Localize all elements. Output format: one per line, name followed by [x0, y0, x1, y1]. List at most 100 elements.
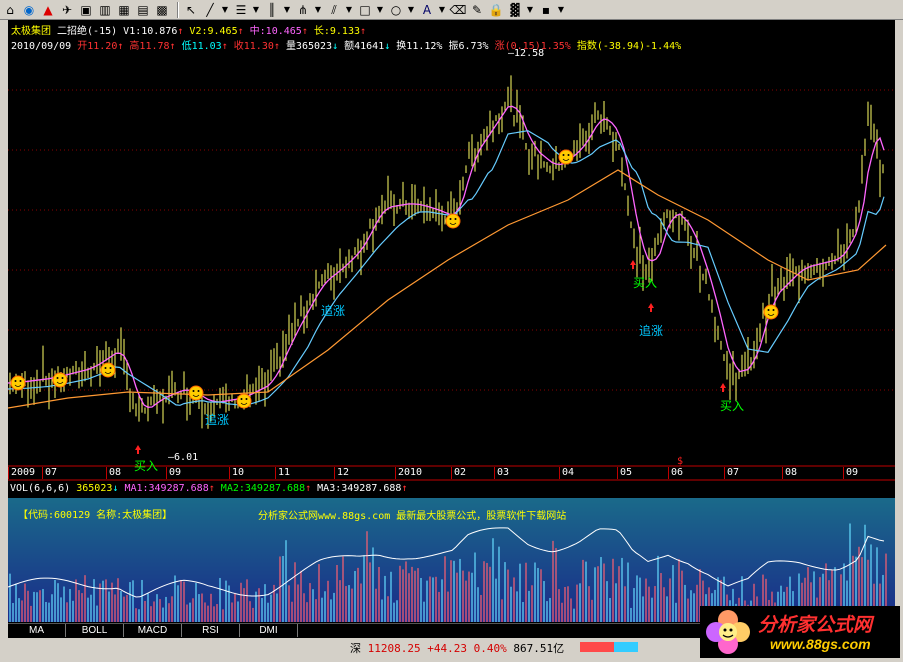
vol-ma2: MA2:349287.688 [220, 483, 306, 494]
dropdown-arrow-icon[interactable]: ▼ [252, 2, 260, 18]
dropdown-arrow-icon[interactable]: ▼ [557, 2, 565, 18]
time-axis-label: 12 [337, 467, 350, 478]
vol-ma3: MA3:349287.688 [317, 483, 402, 494]
stock-name: 太极集团 [11, 26, 51, 37]
smiley-eye [61, 377, 64, 379]
index-change: +44.23 [427, 642, 467, 655]
quote-date: 2010/09/09 [11, 41, 72, 52]
smiley-icon [558, 149, 574, 165]
globe-icon[interactable]: ◉ [21, 2, 37, 18]
lock-icon[interactable]: 🔒 [488, 2, 504, 18]
tab-boll[interactable]: BOLL [66, 624, 124, 637]
smiley-eye [562, 154, 565, 156]
dropdown-arrow-icon[interactable]: ▼ [283, 2, 291, 18]
smiley-eye [240, 398, 243, 400]
hline-icon[interactable]: ☰ [233, 2, 249, 18]
time-axis-label: 08 [785, 467, 798, 478]
time-axis-label: 04 [562, 467, 575, 478]
dropdown-arrow-icon[interactable]: ▼ [376, 2, 384, 18]
satellite-icon[interactable]: ✈ [59, 2, 75, 18]
text-icon[interactable]: A [419, 2, 435, 18]
index-value: 指数(-38.94)-1.44% [576, 41, 682, 52]
grid-icon[interactable]: ▦ [116, 2, 132, 18]
dropdown-arrow-icon[interactable]: ▼ [438, 2, 446, 18]
vol-value: 365023 [76, 483, 113, 494]
market-index: 深 11208.25 +44.23 0.40% 867.51亿 [350, 640, 564, 656]
palette-icon[interactable]: ▓ [507, 2, 523, 18]
time-axis-tick [275, 467, 276, 479]
save-icon[interactable]: ▪ [538, 2, 554, 18]
signal-label: 追涨 [205, 413, 230, 427]
up-ratio-bar [580, 642, 614, 652]
time-axis-tick [106, 467, 107, 479]
ma-line-pink [8, 105, 885, 408]
chart-header-row1: 太极集团 二招绝(-15) V1:10.876↑ V2:9.465↑ 中:10.… [11, 26, 367, 37]
time-axis-tick [668, 467, 669, 479]
promo-text: 分析家公式网www.88gs.com 最新最大股票公式，股票软件下载网站 [258, 511, 567, 522]
dropdown-arrow-icon[interactable]: ▼ [526, 2, 534, 18]
dropdown-arrow-icon[interactable]: ▼ [221, 2, 229, 18]
home-icon[interactable]: ⌂ [2, 2, 18, 18]
long-value: 长:9.133 [313, 26, 360, 37]
tab-macd[interactable]: MACD [124, 624, 182, 637]
time-axis-label: 07 [45, 467, 58, 478]
line-icon[interactable]: ╱ [202, 2, 218, 18]
time-axis-tick [451, 467, 452, 479]
buy-arrow-icon [720, 383, 726, 392]
layout-icon[interactable]: ▥ [97, 2, 113, 18]
pencil-icon[interactable]: ✎ [469, 2, 485, 18]
dropdown-arrow-icon[interactable]: ▼ [407, 2, 415, 18]
table-icon[interactable]: ▤ [135, 2, 151, 18]
tab-ma[interactable]: MA [8, 624, 66, 637]
price-chart-canvas[interactable]: $ [8, 20, 895, 623]
volume-header: VOL(6,6,6) 365023↓ MA1:349287.688↑ MA2:3… [10, 483, 408, 494]
signal-label: 买入 [134, 459, 159, 473]
fan-icon[interactable]: ⋔ [295, 2, 311, 18]
turnover-value: 换11.12% [396, 41, 443, 52]
smiley-icon [10, 375, 26, 391]
buy-arrow-icon [135, 445, 141, 454]
dropdown-arrow-icon[interactable]: ▼ [345, 2, 353, 18]
smiley-icon [100, 362, 116, 378]
alert-icon[interactable]: ▲ [40, 2, 56, 18]
circle-icon[interactable]: ○ [388, 2, 404, 18]
rectangle-icon[interactable]: □ [357, 2, 373, 18]
smiley-eye [14, 380, 17, 382]
dollar-marker: $ [677, 456, 683, 467]
k-line-chart[interactable]: $ 太极集团 二招绝(-15) V1:10.876↑ V2:9.465↑ 中:1… [8, 20, 895, 623]
price-min-label: —6.01 [168, 452, 199, 463]
buy-arrow-icon [630, 260, 636, 269]
time-axis-tick [229, 467, 230, 479]
time-axis-label: 03 [497, 467, 510, 478]
time-axis-label: 07 [727, 467, 740, 478]
time-axis-label: 10 [232, 467, 245, 478]
time-axis-label: 2010 [398, 467, 423, 478]
time-axis-label: 11 [278, 467, 291, 478]
smiley-icon [52, 372, 68, 388]
grid-blue-icon[interactable]: ▩ [154, 2, 170, 18]
down-ratio-bar [614, 642, 638, 652]
smiley-eye [56, 377, 59, 379]
time-axis-label: 09 [846, 467, 859, 478]
indicator-name: 二招绝(-15) [57, 26, 118, 37]
dropdown-arrow-icon[interactable]: ▼ [314, 2, 322, 18]
tab-rsi[interactable]: RSI [182, 624, 240, 637]
low-price: 低11.03 [181, 41, 222, 52]
smiley-eye [192, 390, 195, 392]
time-axis-label: 08 [109, 467, 122, 478]
eraser-icon[interactable]: ⌫ [450, 2, 467, 18]
time-axis-tick [559, 467, 560, 479]
vlines-icon[interactable]: ║ [264, 2, 280, 18]
index-pct: 0.40% [473, 642, 507, 655]
parallel-icon[interactable]: ⫽ [326, 2, 342, 18]
time-axis-label: 05 [620, 467, 633, 478]
smiley-eye [19, 380, 22, 382]
smiley-eye [567, 154, 570, 156]
v2-value: V2:9.465 [189, 26, 238, 37]
smiley-icon [763, 304, 779, 320]
pointer-icon[interactable]: ↖ [183, 2, 199, 18]
tab-dmi[interactable]: DMI [240, 624, 298, 637]
window-icon[interactable]: ▣ [78, 2, 94, 18]
time-axis-tick [782, 467, 783, 479]
v1-value: V1:10.876 [123, 26, 178, 37]
